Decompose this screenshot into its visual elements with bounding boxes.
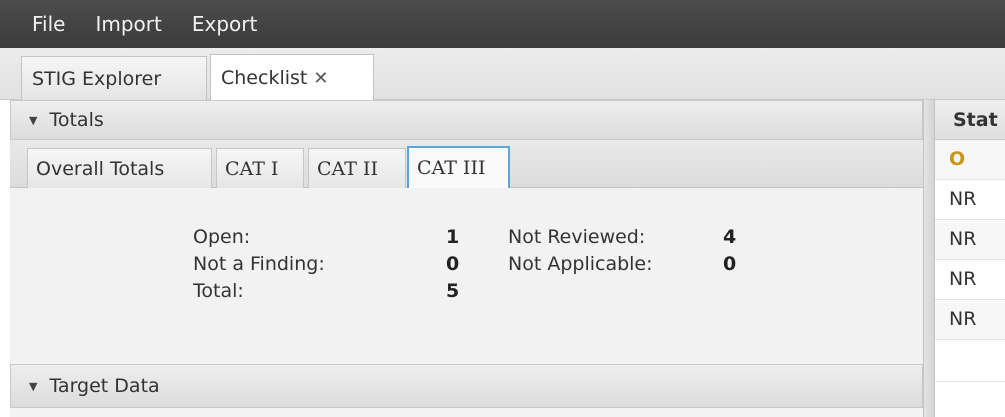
totals-title: Totals (49, 109, 104, 131)
not-reviewed-label: Not Reviewed: (508, 226, 646, 248)
table-row[interactable]: NR (935, 300, 1005, 340)
not-reviewed-value: 4 (723, 226, 737, 248)
open-label: Open: (193, 226, 251, 248)
not-a-finding-value: 0 (446, 253, 460, 275)
total-label: Total: (193, 280, 244, 302)
not-applicable-label: Not Applicable: (508, 253, 653, 275)
table-row[interactable]: NR (935, 220, 1005, 260)
split-pane-divider[interactable] (923, 100, 935, 417)
menu-bar: File Import Export (0, 0, 1005, 48)
not-applicable-value: 0 (723, 253, 737, 275)
table-row[interactable] (935, 340, 1005, 382)
checklist-left-panel: ▼ Totals Overall Totals CAT I CAT II CAT… (10, 100, 923, 417)
totals-subtabs: Overall Totals CAT I CAT II CAT III (10, 140, 923, 188)
close-icon[interactable]: ✕ (313, 68, 328, 89)
tab-label: STIG Explorer (32, 67, 162, 90)
checklist-table: Stat O NR NR NR NR (935, 100, 1005, 417)
collapse-triangle-icon: ▼ (29, 379, 38, 393)
totals-body: Open: 1 Not a Finding: 0 Total: 5 Not Re… (10, 188, 923, 364)
table-row[interactable]: NR (935, 180, 1005, 220)
not-a-finding-label: Not a Finding: (193, 253, 325, 275)
collapse-triangle-icon: ▼ (29, 113, 38, 127)
menu-export[interactable]: Export (192, 12, 257, 36)
tab-checklist[interactable]: Checklist ✕ (210, 54, 374, 101)
table-row[interactable]: NR (935, 260, 1005, 300)
tab-cat-ii[interactable]: CAT II (308, 148, 406, 188)
menu-file[interactable]: File (32, 12, 65, 36)
tab-label: Checklist (221, 67, 308, 89)
menu-import[interactable]: Import (95, 12, 161, 36)
target-data-title: Target Data (49, 375, 160, 397)
target-data-header[interactable]: ▼ Target Data (10, 364, 923, 408)
tab-overall-totals[interactable]: Overall Totals (27, 148, 212, 188)
tab-cat-i[interactable]: CAT I (216, 148, 304, 188)
open-value: 1 (446, 226, 460, 248)
tab-cat-iii[interactable]: CAT III (407, 146, 510, 188)
status-column-header[interactable]: Stat (935, 100, 1005, 140)
tab-stig-explorer[interactable]: STIG Explorer (21, 56, 207, 100)
table-row[interactable]: O (935, 140, 1005, 180)
main-tab-bar: STIG Explorer Checklist ✕ (0, 48, 1005, 101)
totals-header[interactable]: ▼ Totals (10, 100, 923, 140)
total-value: 5 (446, 280, 460, 302)
